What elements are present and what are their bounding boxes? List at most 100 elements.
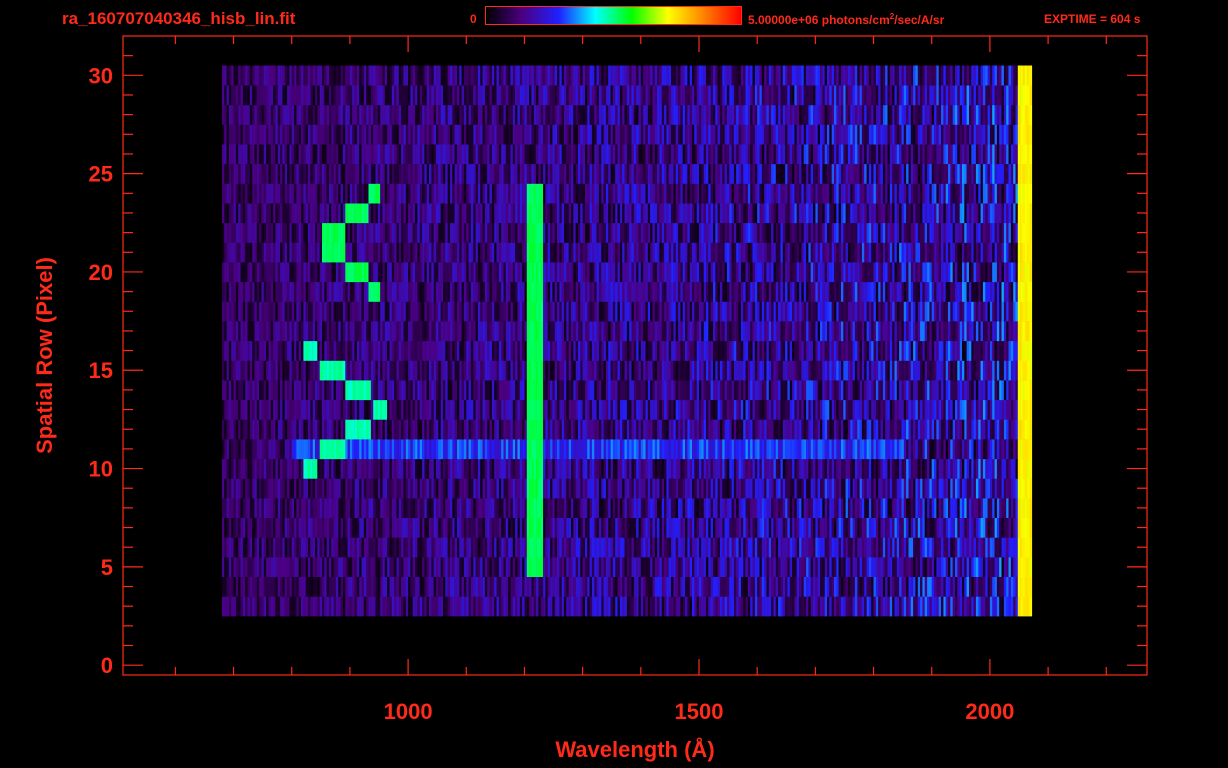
heatmap-cell [726, 399, 730, 420]
heatmap-cell [817, 537, 821, 558]
heatmap-cell [929, 419, 932, 440]
heatmap-cell [887, 498, 891, 518]
heatmap-cell [377, 439, 381, 460]
heatmap-cell [989, 557, 993, 577]
heatmap-cell [578, 498, 581, 518]
heatmap-cell [517, 380, 521, 401]
heatmap-cell [298, 458, 302, 479]
heatmap-cell [743, 439, 746, 460]
heatmap-cell [927, 517, 930, 538]
heatmap-cell [412, 478, 416, 499]
heatmap-cell [771, 458, 774, 479]
heatmap-cell [289, 419, 292, 440]
heatmap-cell [889, 458, 893, 479]
heatmap-cell [277, 576, 281, 597]
heatmap-cell [591, 458, 595, 479]
heatmap-cell [1017, 419, 1021, 440]
heatmap-cell [831, 576, 835, 597]
heatmap-cell [445, 340, 448, 361]
heatmap-cell [454, 557, 458, 577]
heatmap-cell [864, 360, 867, 381]
heatmap-cell [650, 439, 653, 460]
heatmap-cell [368, 439, 372, 460]
heatmap-cell [987, 498, 991, 518]
heatmap-cell [885, 576, 888, 597]
heatmap-cell [522, 439, 525, 460]
heatmap-cell [338, 340, 341, 361]
heatmap-cell [598, 340, 602, 361]
heatmap-cell [724, 380, 728, 401]
heatmap-cell [289, 478, 292, 499]
heatmap-cell [368, 380, 372, 401]
heatmap-cell [484, 419, 488, 440]
heatmap-cell [750, 478, 753, 499]
heatmap-cell [457, 419, 460, 440]
heatmap-cell [377, 321, 381, 342]
heatmap-cell [626, 439, 630, 460]
heatmap-cell [936, 537, 939, 558]
heatmap-cell [380, 458, 383, 479]
heatmap-cell [452, 596, 455, 617]
heatmap-cell [224, 596, 227, 617]
heatmap-cell [1017, 380, 1021, 401]
heatmap-cell [491, 360, 495, 381]
heatmap-cell [945, 498, 949, 518]
heatmap-cell [922, 360, 925, 381]
heatmap-cell [799, 576, 802, 597]
heatmap-cell [398, 458, 402, 479]
heatmap-cell [526, 458, 530, 479]
heatmap-cell [957, 517, 960, 538]
heatmap-cell [589, 478, 593, 499]
heatmap-cell [1020, 596, 1023, 617]
heatmap-cell [601, 340, 604, 361]
heatmap-cell [815, 517, 818, 538]
heatmap-cell [810, 517, 814, 538]
heatmap-cell [913, 399, 916, 420]
heatmap-cell [759, 399, 763, 420]
heatmap-cell [980, 360, 984, 381]
heatmap-cell [943, 498, 946, 518]
heatmap-cell [820, 596, 823, 617]
heatmap-cell [450, 478, 453, 499]
heatmap-cell [857, 380, 860, 401]
heatmap-cell [305, 596, 309, 617]
heatmap-cell [277, 360, 281, 381]
heatmap-cell [494, 576, 497, 597]
heatmap-cell [964, 399, 967, 420]
heatmap-cell [356, 321, 360, 342]
heatmap-cell [273, 340, 276, 361]
heatmap-cell [780, 537, 784, 558]
heatmap-cell [454, 517, 458, 538]
heatmap-cell [922, 478, 925, 499]
heatmap-cell [903, 537, 907, 558]
heatmap-cell [885, 419, 888, 440]
heatmap-cell [640, 498, 644, 518]
heatmap-cell [396, 517, 400, 538]
heatmap-cell [917, 419, 921, 440]
heatmap-cell [457, 340, 460, 361]
heatmap-cell [347, 458, 351, 479]
heatmap-cell [978, 557, 981, 577]
heatmap-cell [861, 399, 865, 420]
heatmap-cell [675, 576, 679, 597]
heatmap-cell [836, 360, 839, 381]
heatmap-cell [643, 498, 646, 518]
heatmap-cell [377, 498, 381, 518]
heatmap-cell [554, 517, 558, 538]
heatmap-cell [931, 498, 935, 518]
heatmap-cell [470, 458, 474, 479]
heatmap-cell [682, 380, 686, 401]
heatmap-cell [761, 498, 765, 518]
heatmap-cell [729, 419, 732, 440]
heatmap-cell [657, 576, 660, 597]
heatmap-cell [917, 537, 921, 558]
heatmap-cell [841, 360, 844, 381]
heatmap-cell [301, 399, 304, 420]
heatmap-cell [301, 439, 304, 460]
heatmap-cell [796, 439, 800, 460]
heatmap-cell [359, 596, 362, 617]
heatmap-cell [661, 517, 665, 538]
heatmap-cell [543, 360, 546, 381]
heatmap-cell [750, 517, 753, 538]
heatmap-cell [1024, 419, 1028, 440]
